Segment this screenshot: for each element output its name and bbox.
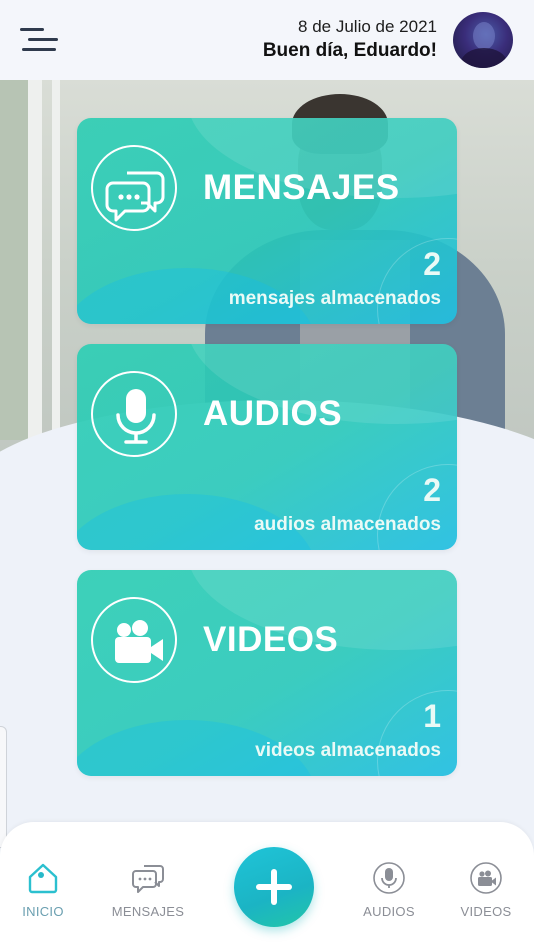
microphone-icon bbox=[373, 862, 405, 894]
card-caption: videos almacenados bbox=[255, 740, 441, 761]
menu-icon-bar bbox=[28, 38, 58, 41]
card-count: 2 bbox=[423, 472, 441, 508]
window-frame bbox=[52, 80, 60, 440]
video-camera-icon bbox=[91, 597, 177, 683]
nav-item-videos[interactable]: VIDEOS bbox=[441, 852, 531, 932]
menu-icon-bar bbox=[22, 48, 56, 51]
chat-bubbles-icon bbox=[132, 865, 164, 893]
microphone-icon bbox=[91, 371, 177, 457]
card-count: 2 bbox=[423, 246, 441, 282]
video-camera-icon bbox=[470, 862, 502, 894]
nav-item-inicio[interactable]: INICIO bbox=[0, 852, 88, 932]
card-decoration bbox=[377, 464, 457, 550]
card-caption: audios almacenados bbox=[254, 514, 441, 535]
window-frame bbox=[28, 80, 42, 440]
nav-label: AUDIOS bbox=[363, 904, 415, 919]
avatar[interactable] bbox=[453, 12, 513, 68]
avatar-shoulders bbox=[461, 48, 507, 68]
videos-card[interactable]: VIDEOS 1 videos almacenados bbox=[77, 570, 457, 776]
card-title: MENSAJES bbox=[203, 168, 400, 207]
nav-label: VIDEOS bbox=[460, 904, 512, 919]
card-decoration bbox=[377, 238, 457, 324]
menu-button[interactable] bbox=[20, 28, 60, 54]
app-header: 8 de Julio de 2021 Buen día, Eduardo! bbox=[0, 0, 534, 80]
card-caption: mensajes almacenados bbox=[228, 288, 441, 309]
mensajes-card[interactable]: MENSAJES 2 mensajes almacenados bbox=[77, 118, 457, 324]
edge-panel-handle[interactable] bbox=[0, 726, 7, 848]
card-count: 1 bbox=[423, 698, 441, 734]
window-glass bbox=[0, 80, 28, 440]
nav-label: INICIO bbox=[22, 904, 64, 919]
nav-label: MENSAJES bbox=[111, 904, 185, 919]
greeting-text: Buen día, Eduardo! bbox=[262, 40, 437, 61]
avatar-face bbox=[473, 22, 495, 50]
audios-card[interactable]: AUDIOS 2 audios almacenados bbox=[77, 344, 457, 550]
card-decoration bbox=[377, 690, 457, 776]
home-icon bbox=[28, 863, 58, 894]
current-date: 8 de Julio de 2021 bbox=[298, 17, 437, 36]
plus-icon-stroke bbox=[271, 869, 277, 905]
nav-item-audios[interactable]: AUDIOS bbox=[344, 852, 434, 932]
card-title: VIDEOS bbox=[203, 620, 339, 659]
chat-bubbles-icon bbox=[91, 145, 177, 231]
add-button[interactable] bbox=[234, 847, 314, 927]
nav-item-mensajes[interactable]: MENSAJES bbox=[103, 852, 193, 932]
card-title: AUDIOS bbox=[203, 394, 343, 433]
menu-icon bbox=[20, 28, 44, 31]
